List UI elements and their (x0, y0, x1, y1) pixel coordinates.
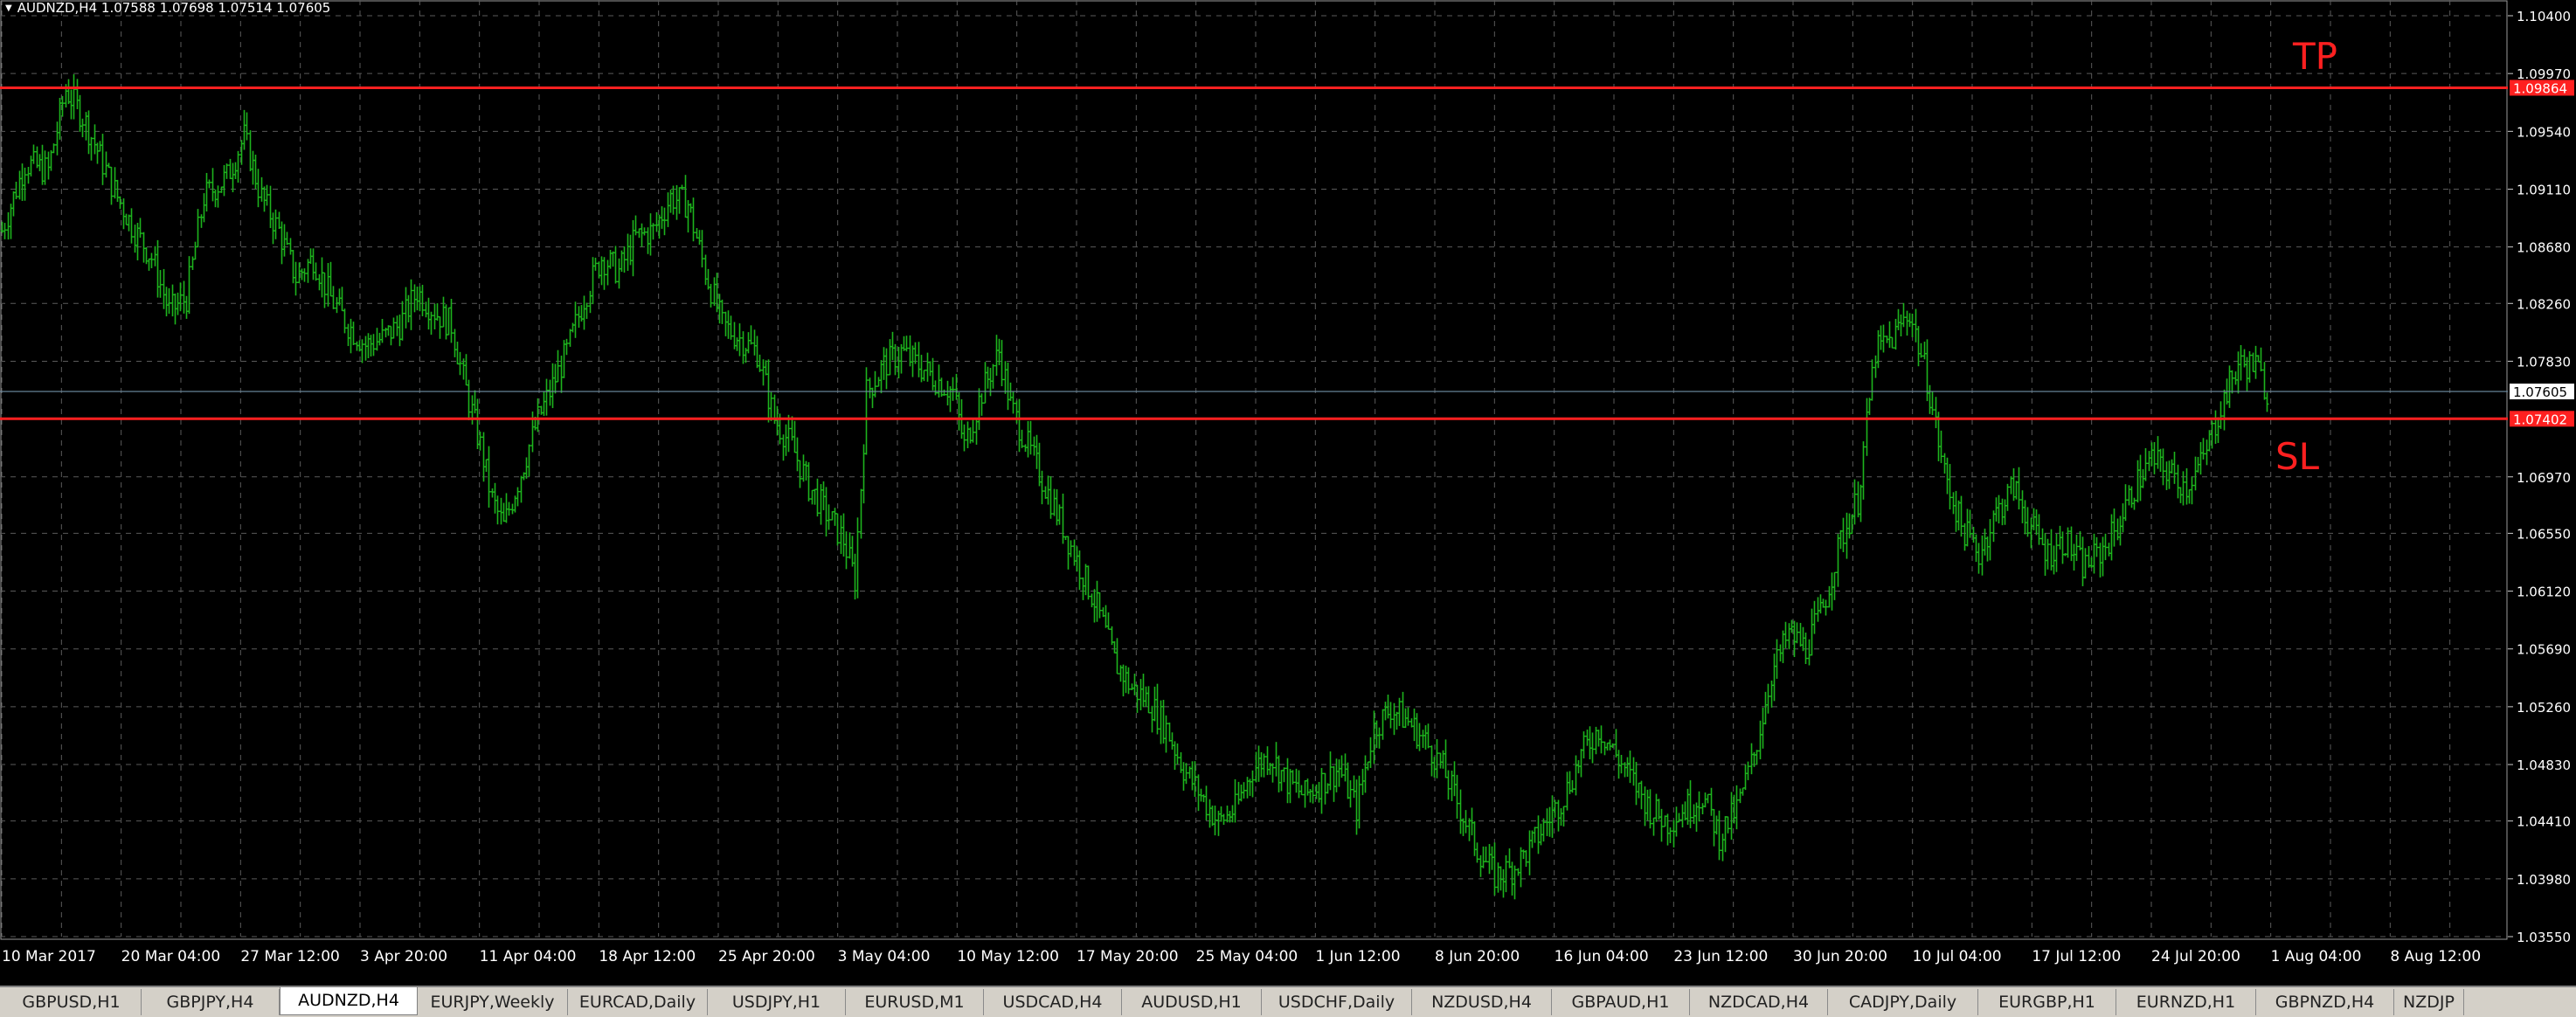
x-tick-label: 3 May 04:00 (838, 948, 931, 965)
chart-tab[interactable]: EURGBP,H1 (1978, 989, 2116, 1015)
y-tick-label: 1.05260 (2517, 700, 2571, 716)
chart-tab[interactable]: CADJPY,Daily (1828, 989, 1978, 1015)
chart-area[interactable]: 1.10400 1.09970 1.09540 1.09110 1.08680 1.082… (0, 0, 2576, 986)
x-tick-label: 10 May 12:00 (957, 948, 1059, 965)
y-tick-label: 1.05690 (2517, 642, 2571, 658)
x-tick-label: 25 May 04:00 (1196, 948, 1298, 965)
chart-tab[interactable]: USDCAD,H4 (984, 989, 1122, 1015)
y-tick-label: 1.10400 (2517, 9, 2571, 24)
y-tick-label: 1.09540 (2517, 124, 2571, 140)
chart-tab[interactable]: GBPAUD,H1 (1552, 989, 1690, 1015)
x-tick-label: 10 Jul 04:00 (1913, 948, 2002, 965)
x-tick-label: 8 Jun 20:00 (1435, 948, 1520, 965)
x-tick-label: 27 Mar 12:00 (240, 948, 340, 965)
chart-header: ▼ AUDNZD,H4 1.07588 1.07698 1.07514 1.07… (5, 0, 330, 16)
chart-symbol-ohlc: AUDNZD,H4 1.07588 1.07698 1.07514 1.0760… (17, 0, 331, 16)
chart-tab[interactable]: GBPNZD,H4 (2256, 989, 2394, 1015)
tp-price-label: 1.09864 (2513, 80, 2567, 96)
chart-tab[interactable]: GBPUSD,H1 (2, 989, 142, 1015)
x-tick-label: 23 Jun 12:00 (1673, 948, 1768, 965)
x-tick-label: 24 Jul 20:00 (2151, 948, 2240, 965)
x-tick-label: 10 Mar 2017 (2, 948, 96, 965)
price-chart[interactable]: 1.10400 1.09970 1.09540 1.09110 1.08680 1.082… (0, 0, 2576, 986)
y-tick-label: 1.06120 (2517, 585, 2571, 600)
chart-tab[interactable]: NZDCAD,H4 (1690, 989, 1828, 1015)
x-tick-label: 1 Jun 12:00 (1315, 948, 1400, 965)
x-tick-label: 3 Apr 20:00 (360, 948, 447, 965)
y-tick-label: 1.08260 (2517, 296, 2571, 312)
chart-menu-triangle-icon[interactable]: ▼ (5, 3, 12, 13)
chart-tab[interactable]: EURJPY,Weekly (418, 989, 568, 1015)
x-tick-label: 17 Jul 12:00 (2032, 948, 2121, 965)
y-tick-label: 1.09110 (2517, 182, 2571, 197)
sl-annotation: SL (2275, 435, 2320, 478)
chart-tab[interactable]: USDJPY,H1 (708, 989, 846, 1015)
y-tick-label: 1.07830 (2517, 354, 2571, 370)
x-tick-label: 18 Apr 12:00 (599, 948, 696, 965)
chart-tab[interactable]: USDCHF,Daily (1262, 989, 1412, 1015)
x-tick-label: 16 Jun 04:00 (1555, 948, 1649, 965)
chart-tab[interactable]: AUDUSD,H1 (1122, 989, 1262, 1015)
x-tick-label: 25 Apr 20:00 (718, 948, 815, 965)
chart-tab[interactable]: EURCAD,Daily (568, 989, 708, 1015)
x-tick-label: 20 Mar 04:00 (121, 948, 221, 965)
y-tick-label: 1.09970 (2517, 66, 2571, 82)
y-tick-label: 1.08680 (2517, 240, 2571, 256)
x-tick-label: 11 Apr 04:00 (480, 948, 577, 965)
x-tick-label: 1 Aug 04:00 (2271, 948, 2362, 965)
y-tick-label: 1.03550 (2517, 930, 2571, 945)
y-tick-label: 1.03980 (2517, 872, 2571, 888)
chart-tab[interactable]: NZDJP (2394, 989, 2464, 1015)
chart-tab-bar: GBPUSD,H1 GBPJPY,H4 AUDNZD,H4 EURJPY,Weekly… (0, 986, 2576, 1017)
chart-tab[interactable]: EURUSD,M1 (846, 989, 984, 1015)
chart-tab[interactable]: NZDUSD,H4 (1412, 989, 1552, 1015)
chart-tab[interactable]: GBPJPY,H4 (142, 989, 280, 1015)
y-tick-label: 1.06550 (2517, 526, 2571, 542)
plot-frame (0, 0, 2508, 940)
chart-tab[interactable]: AUDNZD,H4 (280, 987, 418, 1015)
y-tick-label: 1.06970 (2517, 470, 2571, 486)
chart-tab[interactable]: EURNZD,H1 (2116, 989, 2256, 1015)
tp-annotation: TP (2293, 35, 2337, 78)
y-tick-label: 1.04830 (2517, 758, 2571, 773)
bid-price-label: 1.07605 (2513, 384, 2567, 400)
y-tick-label: 1.04410 (2517, 814, 2571, 830)
x-tick-label: 17 May 20:00 (1077, 948, 1179, 965)
sl-price-label: 1.07402 (2513, 412, 2567, 427)
x-tick-label: 30 Jun 20:00 (1793, 948, 1887, 965)
x-tick-label: 8 Aug 12:00 (2390, 948, 2481, 965)
